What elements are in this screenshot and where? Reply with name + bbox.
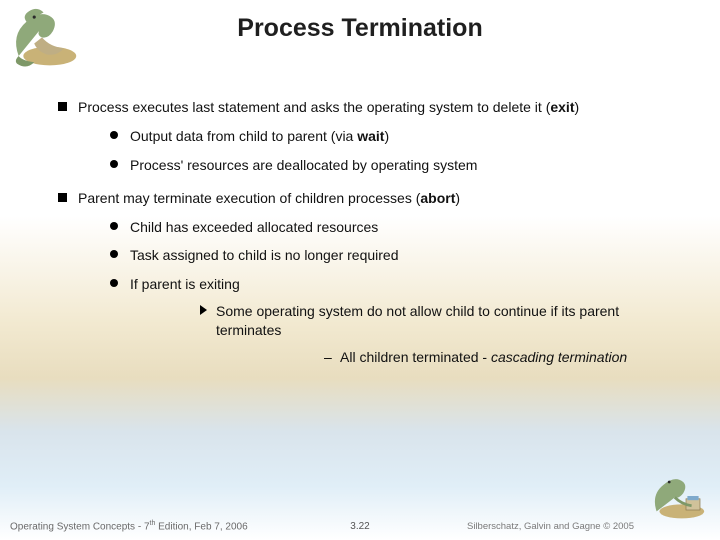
bullet-l2: If parent is exiting Some operating syst… <box>110 275 680 367</box>
bullet-text: ) <box>384 128 389 144</box>
footer-right: Silberschatz, Galvin and Gagne © 2005 <box>467 521 634 532</box>
bullet-l2: Process' resources are deallocated by op… <box>110 156 680 175</box>
bullet-text: Child has exceeded allocated resources <box>130 219 378 235</box>
bullet-l2: Child has exceeded allocated resources <box>110 218 680 237</box>
bullet-text: Output data from child to parent (via <box>130 128 357 144</box>
bullet-text: Task assigned to child is no longer requ… <box>130 247 399 263</box>
keyword-wait: wait <box>357 128 384 144</box>
bullet-l2: Output data from child to parent (via wa… <box>110 127 680 146</box>
slide-title: Process Termination <box>0 0 720 43</box>
bullet-text: Process' resources are deallocated by op… <box>130 157 477 173</box>
bullet-l1: Process executes last statement and asks… <box>58 98 680 175</box>
bullet-text: ) <box>455 190 460 206</box>
bullet-l1: Parent may terminate execution of childr… <box>58 189 680 367</box>
bullet-l3: Some operating system do not allow child… <box>200 302 680 367</box>
bullet-text: All children terminated - <box>340 349 491 365</box>
bullet-text: If parent is exiting <box>130 276 240 292</box>
keyword-exit: exit <box>550 99 574 115</box>
bullet-text: ) <box>574 99 579 115</box>
bullet-l4: All children terminated - cascading term… <box>324 348 680 367</box>
keyword-abort: abort <box>420 190 455 206</box>
slide-number: 3.22 <box>350 521 369 532</box>
bullet-l2: Task assigned to child is no longer requ… <box>110 246 680 265</box>
slide-content: Process executes last statement and asks… <box>58 98 680 381</box>
bullet-text: Process executes last statement and asks… <box>78 99 550 115</box>
dinosaur-image-bottom-right <box>644 468 714 524</box>
bullet-text: Some operating system do not allow child… <box>216 303 619 338</box>
dinosaur-image-top-left <box>2 0 82 70</box>
bullet-text: Parent may terminate execution of childr… <box>78 190 420 206</box>
term-cascading-termination: cascading termination <box>491 349 627 365</box>
slide: Process Termination Process executes las… <box>0 0 720 540</box>
copyright: Silberschatz, Galvin and Gagne © 2005 <box>467 521 634 532</box>
